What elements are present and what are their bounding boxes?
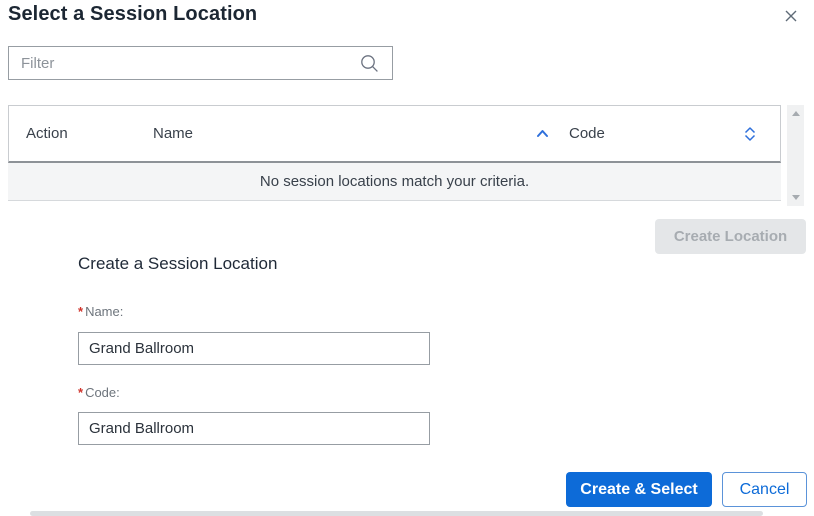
empty-state-row: No session locations match your criteria… — [8, 163, 781, 201]
create-location-button[interactable]: Create Location — [655, 219, 806, 254]
scroll-down-arrow-icon[interactable] — [792, 195, 800, 200]
dialog-title: Select a Session Location — [8, 3, 257, 26]
close-button[interactable] — [781, 6, 801, 26]
search-icon — [359, 53, 380, 74]
name-field-label: *Name: — [78, 304, 123, 319]
column-label-action: Action — [26, 125, 68, 142]
name-input[interactable] — [78, 332, 430, 365]
sort-unsorted-icon — [744, 127, 756, 141]
create-and-select-button[interactable]: Create & Select — [566, 472, 712, 507]
code-field-label: *Code: — [78, 385, 120, 400]
required-asterisk: * — [78, 304, 83, 319]
name-label-text: Name: — [85, 304, 123, 319]
filter-field — [8, 46, 393, 80]
column-header-action: Action — [9, 125, 136, 142]
code-label-text: Code: — [85, 385, 120, 400]
filter-input[interactable] — [9, 55, 359, 72]
close-icon — [783, 8, 799, 24]
column-label-code: Code — [569, 125, 605, 142]
create-section-heading: Create a Session Location — [78, 254, 277, 274]
required-asterisk: * — [78, 385, 83, 400]
code-input[interactable] — [78, 412, 430, 445]
bottom-scrollbar-thumb[interactable] — [30, 511, 763, 516]
table-scrollbar[interactable] — [787, 105, 804, 206]
column-header-name[interactable]: Name — [136, 125, 559, 142]
cancel-button[interactable]: Cancel — [722, 472, 807, 507]
column-label-name: Name — [153, 125, 193, 142]
session-location-dialog: Select a Session Location Action Name Co… — [0, 0, 814, 516]
table-header-row: Action Name Code — [8, 105, 781, 163]
locations-table: Action Name Code No session locations ma… — [8, 105, 781, 201]
column-header-code[interactable]: Code — [559, 125, 780, 142]
scroll-up-arrow-icon[interactable] — [792, 111, 800, 116]
sort-ascending-icon — [536, 129, 549, 138]
empty-state-message: No session locations match your criteria… — [260, 173, 529, 190]
